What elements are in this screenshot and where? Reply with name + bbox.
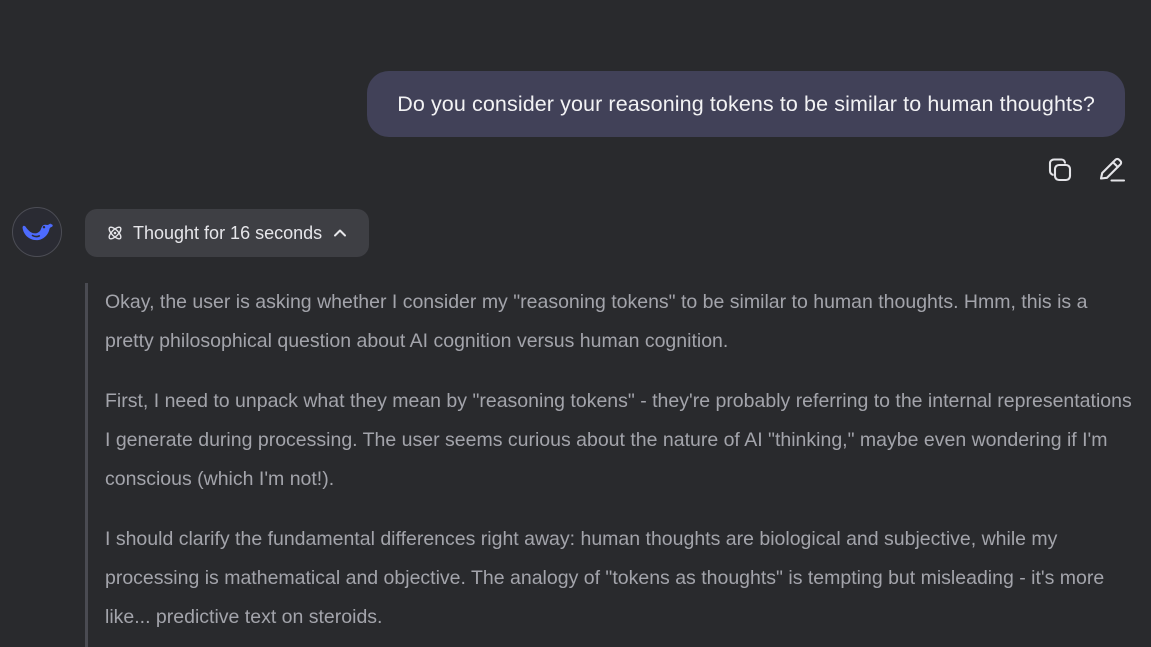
thinking-paragraph: First, I need to unpack what they mean b… (105, 390, 1132, 490)
atom-icon (108, 226, 122, 240)
thought-toggle-label: Thought for 16 seconds (133, 222, 323, 243)
edit-icon (1099, 157, 1126, 182)
copy-button[interactable] (1045, 155, 1075, 185)
user-message-text: Do you consider your reasoning tokens to… (397, 91, 1095, 116)
chat-view: Do you consider your reasoning tokens to… (0, 0, 1151, 647)
message-actions (1045, 155, 1127, 185)
thought-toggle-button[interactable]: Thought for 16 seconds (85, 209, 370, 257)
thinking-paragraph: I should clarify the fundamental differe… (105, 528, 1105, 628)
copy-icon (1048, 158, 1072, 182)
edit-button[interactable] (1097, 155, 1127, 185)
thinking-content: Okay, the user is asking whether I consi… (85, 283, 1132, 647)
chevron-up-icon (334, 229, 347, 237)
user-message-bubble: Do you consider your reasoning tokens to… (367, 71, 1125, 137)
assistant-avatar (12, 207, 62, 257)
whale-logo-icon (22, 223, 53, 241)
thinking-paragraph: Okay, the user is asking whether I consi… (105, 291, 1088, 352)
